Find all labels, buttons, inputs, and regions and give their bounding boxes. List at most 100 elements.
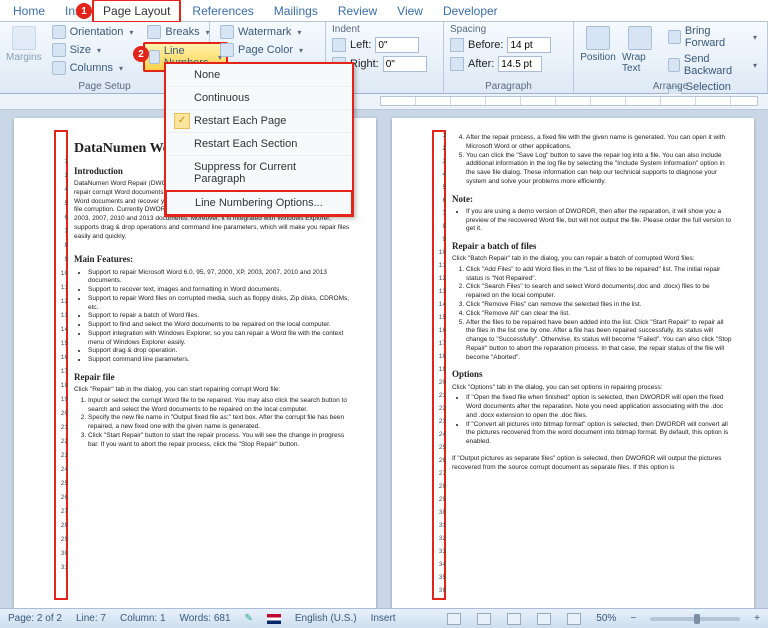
line-number: 32 (436, 535, 446, 543)
view-full-screen[interactable] (477, 613, 491, 625)
status-page[interactable]: Page: 2 of 2 (8, 613, 62, 624)
line-numbers-icon (149, 50, 159, 64)
list-item: After the repair process, a fixed file w… (466, 134, 732, 152)
line-number: 20 (436, 379, 446, 387)
zoom-out[interactable]: − (630, 613, 636, 624)
line-number: 30 (58, 550, 68, 558)
line-number: 4 (436, 171, 446, 179)
spacing-before[interactable]: Before: (450, 37, 567, 53)
status-bar: Page: 2 of 2 Line: 7 Column: 1 Words: 68… (0, 608, 768, 628)
line-number: 35 (436, 574, 446, 582)
ruler[interactable] (0, 94, 768, 110)
list-item: Support integration with Windows Explore… (88, 330, 354, 348)
zoom-in[interactable]: + (754, 613, 760, 624)
line-number: 23 (436, 418, 446, 426)
bring-forward-icon (668, 30, 681, 44)
callout-1: 1 (76, 3, 92, 19)
status-proofing-icon[interactable]: ✎ (245, 613, 253, 624)
status-words[interactable]: Words: 681 (180, 613, 231, 624)
indent-left[interactable]: Left: (332, 37, 437, 53)
line-numbers-continuous[interactable]: Continuous (166, 87, 352, 110)
line-number: 8 (436, 223, 446, 231)
line-number: 4 (58, 186, 68, 194)
tab-view[interactable]: View (388, 1, 432, 21)
line-number: 5 (436, 184, 446, 192)
tab-home[interactable]: Home (4, 1, 54, 21)
line-number: 16 (58, 354, 68, 362)
line-number: 5 (58, 200, 68, 208)
line-number: 15 (58, 340, 68, 348)
columns-button[interactable]: Columns▾ (48, 60, 138, 76)
bring-forward-button[interactable]: Bring Forward▾ (664, 24, 761, 50)
size-icon (52, 43, 66, 57)
view-outline[interactable] (537, 613, 551, 625)
line-number: 30 (436, 509, 446, 517)
view-web-layout[interactable] (507, 613, 521, 625)
line-number: 3 (436, 158, 446, 166)
line-number: 10 (436, 249, 446, 257)
line-number: 24 (58, 466, 68, 474)
send-backward-button[interactable]: Send Backward▾ (664, 52, 761, 78)
options-paragraph: Click "Options" tab in the dialog, you c… (452, 384, 732, 393)
page-color-button[interactable]: Page Color▾ (216, 42, 307, 58)
page-color-icon (220, 43, 234, 57)
line-numbers-restart-page[interactable]: Restart Each Page (166, 110, 352, 133)
status-language[interactable]: English (U.S.) (295, 613, 357, 624)
line-number: 13 (58, 312, 68, 320)
line-numbers-options[interactable]: Line Numbering Options... (165, 190, 353, 216)
line-number: 31 (436, 522, 446, 530)
line-number: 31 (58, 564, 68, 572)
columns-icon (52, 61, 66, 75)
heading-options: Options (452, 368, 732, 380)
tab-references[interactable]: References (183, 1, 262, 21)
line-number: 12 (58, 298, 68, 306)
line-number: 25 (436, 444, 446, 452)
list-item: After the files to be repaired have been… (466, 319, 732, 363)
line-number: 21 (58, 424, 68, 432)
line-number: 14 (436, 301, 446, 309)
status-column[interactable]: Column: 1 (120, 613, 166, 624)
wrap-text-icon (628, 26, 652, 50)
line-number: 26 (58, 494, 68, 502)
zoom-slider[interactable] (650, 617, 740, 621)
list-item: You can click the "Save Log" button to s… (466, 152, 732, 187)
flag-icon (267, 614, 281, 624)
list-item: If "Open the fixed file when finished" o… (466, 394, 732, 420)
batch-paragraph: Click "Batch Repair" tab in the dialog, … (452, 255, 732, 264)
orientation-button[interactable]: Orientation▾ (48, 24, 138, 40)
line-number: 18 (58, 382, 68, 390)
repair-list: Input or select the corrupt Word file to… (74, 397, 354, 450)
view-print-layout[interactable] (447, 613, 461, 625)
status-insert[interactable]: Insert (371, 613, 396, 624)
heading-note: Note: (452, 193, 732, 205)
status-line[interactable]: Line: 7 (76, 613, 106, 624)
list-item: Support drag & drop operation. (88, 347, 354, 356)
list-item: If "Convert all pictures into bitmap for… (466, 421, 732, 447)
line-numbers-suppress[interactable]: Suppress for Current Paragraph (166, 156, 352, 191)
line-number: 20 (58, 410, 68, 418)
tab-review[interactable]: Review (329, 1, 386, 21)
watermark-button[interactable]: Watermark▾ (216, 24, 307, 40)
size-button[interactable]: Size▾ (48, 42, 138, 58)
line-numbers-restart-section[interactable]: Restart Each Section (166, 133, 352, 156)
line-number: 33 (436, 548, 446, 556)
tab-mailings[interactable]: Mailings (265, 1, 327, 21)
view-draft[interactable] (567, 613, 581, 625)
line-numbers-none[interactable]: None (166, 64, 352, 87)
ribbon-tabs: Home Ins Page Layout References Mailings… (0, 0, 768, 22)
list-item: Support to find and select the Word docu… (88, 321, 354, 330)
line-numbers-dropdown: None Continuous Restart Each Page Restar… (164, 62, 354, 217)
document-area: DataNumen Word Repair Introduction DataN… (0, 110, 768, 608)
spacing-after[interactable]: After: (450, 56, 567, 72)
line-number: 36 (436, 587, 446, 595)
page-2: After the repair process, a fixed file w… (392, 118, 754, 608)
tab-page-layout[interactable]: Page Layout (92, 0, 181, 23)
line-number: 27 (436, 470, 446, 478)
line-number: 21 (436, 392, 446, 400)
line-number: 17 (436, 340, 446, 348)
line-number: 9 (58, 256, 68, 264)
line-number: 26 (436, 457, 446, 465)
line-number: 3 (58, 172, 68, 180)
tab-developer[interactable]: Developer (434, 1, 507, 21)
status-zoom[interactable]: 50% (596, 613, 616, 624)
